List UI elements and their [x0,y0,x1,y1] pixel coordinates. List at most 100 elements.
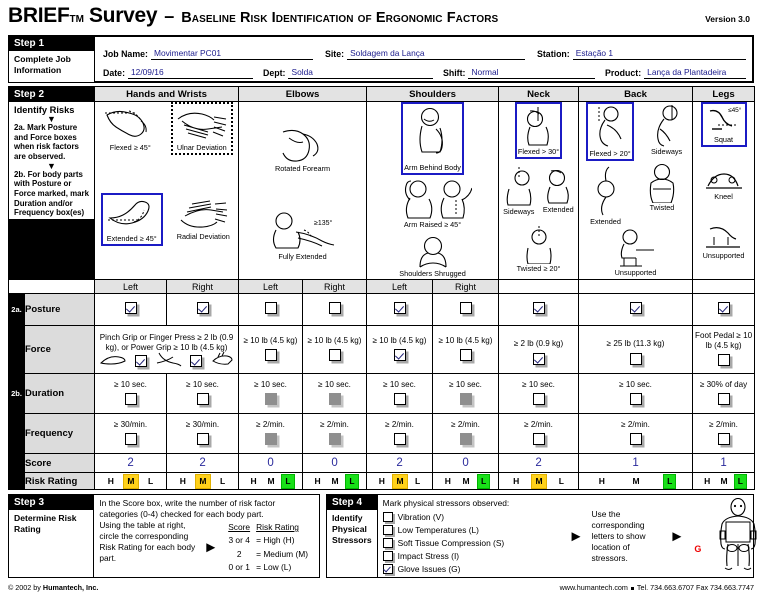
stressor-item-glove-issues[interactable]: Glove Issues (G) [382,562,561,575]
date-value[interactable]: 12/09/16 [128,67,253,79]
checkbox-duration-back[interactable] [629,392,642,405]
checkbox-duration-hands-left[interactable] [124,392,137,405]
checkbox-posture-shoulders-left[interactable] [393,301,406,314]
checkbox-force-back[interactable] [629,352,642,365]
duration-hands-right[interactable]: ≥ 10 sec. [166,373,240,415]
duration-hands-left[interactable]: ≥ 10 sec. [94,373,168,415]
risk-h[interactable]: H [596,475,608,488]
website-link[interactable]: www.humantech.com [560,583,628,592]
force-hands[interactable]: Pinch Grip or Finger Press ≥ 2 lb (0.9 k… [94,325,240,375]
score-hands-right[interactable]: 2 [166,453,240,474]
posture-hands-right[interactable] [166,293,240,327]
posture-shoulders-right[interactable] [432,293,500,327]
risk-elbows-right[interactable]: HML [302,472,368,491]
risk-m[interactable]: M [629,475,642,488]
risk-neck[interactable]: HML [498,472,580,491]
posture-back[interactable] [578,293,694,327]
checkbox-vibration[interactable] [382,511,393,522]
risk-h[interactable]: H [247,475,259,488]
checkbox-posture-neck[interactable] [532,301,545,314]
checkbox-glove-issues[interactable] [382,563,393,574]
frequency-back[interactable]: ≥ 2/min. [578,413,694,455]
risk-l[interactable]: L [733,473,747,489]
score-back[interactable]: 1 [578,453,694,474]
score-elbows-left[interactable]: 0 [238,453,304,474]
risk-l[interactable]: L [556,475,567,488]
posture-legs[interactable] [692,293,756,327]
checkbox-force-hands-left[interactable] [134,355,147,368]
frequency-neck[interactable]: ≥ 2/min. [498,413,580,455]
checkbox-force-elbows-right[interactable] [328,349,341,362]
checkbox-posture-hands-left[interactable] [124,301,137,314]
checkbox-force-elbows-left[interactable] [264,349,277,362]
checkbox-posture-legs[interactable] [717,301,730,314]
station-value[interactable]: Estação 1 [572,48,746,60]
checkbox-posture-elbows-right[interactable] [328,301,341,314]
posture-elbows-right[interactable] [302,293,368,327]
risk-legs[interactable]: HML [692,472,756,491]
force-elbows-right[interactable]: ≥ 10 lb (4.5 kg) [302,325,368,375]
risk-l[interactable]: L [477,473,491,489]
dept-value[interactable]: Solda [288,67,433,79]
duration-neck[interactable]: ≥ 10 sec. [498,373,580,415]
checkbox-frequency-neck[interactable] [532,432,545,445]
risk-l[interactable]: L [217,475,228,488]
score-shoulders-left[interactable]: 2 [366,453,434,474]
risk-m[interactable]: M [459,475,472,488]
posture-elbows-left[interactable] [238,293,304,327]
risk-back[interactable]: HML [578,472,694,491]
duration-legs[interactable]: ≥ 30% of day [692,373,756,415]
checkbox-force-shoulders-right[interactable] [459,349,472,362]
risk-h[interactable]: H [311,475,323,488]
checkbox-frequency-legs[interactable] [717,432,730,445]
duration-back[interactable]: ≥ 10 sec. [578,373,694,415]
risk-m[interactable]: M [328,475,341,488]
risk-l[interactable]: L [145,475,156,488]
checkbox-frequency-hands-left[interactable] [124,432,137,445]
posture-shoulders-left[interactable] [366,293,434,327]
checkbox-posture-elbows-left[interactable] [264,301,277,314]
risk-m[interactable]: M [531,473,547,489]
stressor-item-soft-tissue-compression[interactable]: Soft Tissue Compression (S) [382,536,561,549]
duration-shoulders-left[interactable]: ≥ 10 sec. [366,373,434,415]
risk-l[interactable]: L [412,475,423,488]
risk-h[interactable]: H [510,475,522,488]
score-neck[interactable]: 2 [498,453,580,474]
frequency-shoulders-left[interactable]: ≥ 2/min. [366,413,434,455]
force-shoulders-right[interactable]: ≥ 10 lb (4.5 kg) [432,325,500,375]
checkbox-duration-legs[interactable] [717,392,730,405]
checkbox-soft-tissue-compression[interactable] [382,537,393,548]
risk-l[interactable]: L [281,473,295,489]
body-diagram[interactable]: G G [692,498,762,574]
risk-h[interactable]: H [701,475,713,488]
risk-m[interactable]: M [717,475,730,488]
risk-shoulders-right[interactable]: HML [432,472,500,491]
risk-m[interactable]: M [264,475,277,488]
risk-h[interactable]: H [105,475,117,488]
checkbox-low-temperatures[interactable] [382,524,393,535]
checkbox-force-neck[interactable] [532,352,545,365]
risk-hands-right[interactable]: HML [166,472,240,491]
risk-hands-left[interactable]: HML [94,472,168,491]
risk-h[interactable]: H [177,475,189,488]
risk-elbows-left[interactable]: HML [238,472,304,491]
force-neck[interactable]: ≥ 2 lb (0.9 kg) [498,325,580,375]
stressor-item-vibration[interactable]: Vibration (V) [382,510,561,523]
risk-h[interactable]: H [376,475,388,488]
checkbox-duration-shoulders-left[interactable] [393,392,406,405]
checkbox-force-legs[interactable] [717,354,730,367]
score-elbows-right[interactable]: 0 [302,453,368,474]
force-legs[interactable]: Foot Pedal ≥ 10 lb (4.5 kg) [692,325,756,375]
force-back[interactable]: ≥ 25 lb (11.3 kg) [578,325,694,375]
risk-l[interactable]: L [663,473,677,489]
frequency-legs[interactable]: ≥ 2/min. [692,413,756,455]
risk-m[interactable]: M [195,473,211,489]
score-shoulders-right[interactable]: 0 [432,453,500,474]
checkbox-frequency-back[interactable] [629,432,642,445]
checkbox-force-shoulders-left[interactable] [393,349,406,362]
checkbox-force-hands-right[interactable] [190,355,203,368]
checkbox-frequency-hands-right[interactable] [196,432,209,445]
checkbox-duration-hands-right[interactable] [196,392,209,405]
checkbox-frequency-shoulders-left[interactable] [393,432,406,445]
score-legs[interactable]: 1 [692,453,756,474]
